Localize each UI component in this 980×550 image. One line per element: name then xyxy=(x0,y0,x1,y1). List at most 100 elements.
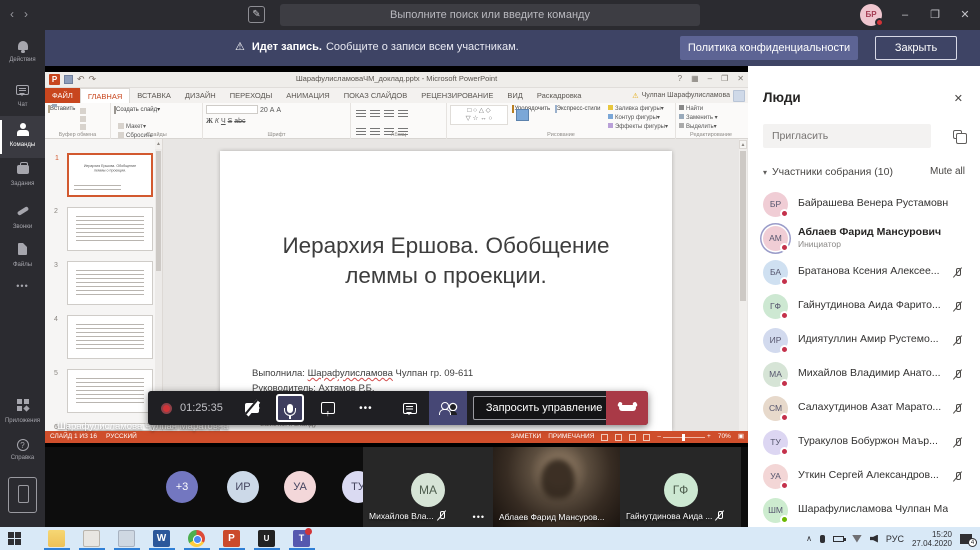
privacy-policy-button[interactable]: Политика конфиденциальности xyxy=(680,36,858,60)
indent-icon[interactable] xyxy=(384,110,394,118)
shape-outline-button[interactable]: Контур фигуры▾ xyxy=(608,115,660,121)
zoom-in-icon[interactable]: + xyxy=(707,431,711,443)
window-minimize-button[interactable]: – xyxy=(890,0,920,30)
participant-avatar[interactable]: УА xyxy=(284,471,316,503)
tab-slideshow[interactable]: ПОКАЗ СЛАЙДОВ xyxy=(337,88,415,103)
video-tile[interactable]: ГФ Гайнутдинова Аида ... xyxy=(620,447,741,527)
mute-all-button[interactable]: Mute all xyxy=(930,166,965,177)
compose-icon[interactable]: ✎ xyxy=(248,6,265,23)
photos-icon[interactable] xyxy=(118,530,135,547)
window-restore-button[interactable]: ❐ xyxy=(920,0,950,30)
scroll-up-icon[interactable]: ▲ xyxy=(155,139,162,149)
numbering-icon[interactable] xyxy=(370,110,380,118)
line-spacing-icon[interactable] xyxy=(398,110,408,118)
thumbnails-scrollbar[interactable]: ▲ xyxy=(155,139,162,431)
ppt-titlebar[interactable]: P ↶ ↷ ШарафулисламоваЧМ_доклад.pptx - Mi… xyxy=(45,72,748,88)
quick-styles-button[interactable]: Экспресс-стили xyxy=(555,105,601,112)
scroll-thumb[interactable] xyxy=(740,151,746,301)
notifications-icon[interactable]: 4 xyxy=(960,534,972,544)
clock[interactable]: 15:2027.04.2020 xyxy=(912,530,952,548)
search-input[interactable]: Выполните поиск или введите команду xyxy=(280,4,700,26)
participants-section-header[interactable]: ▾Участники собрания (10) xyxy=(763,166,893,178)
participant-row[interactable]: СМ Салахутдинов Азат Марато... xyxy=(748,392,980,426)
share-button[interactable]: ↑ xyxy=(309,391,347,425)
language-indicator[interactable]: РУС xyxy=(886,534,904,544)
back-icon[interactable]: ‹ xyxy=(10,7,24,21)
fit-slide-icon[interactable]: ▣ xyxy=(738,431,744,443)
mobile-device-button[interactable] xyxy=(8,477,37,513)
clipboard-mini-buttons[interactable] xyxy=(80,108,88,132)
ppt-account-area[interactable]: ⚠ Чулпан Шарафулисламова xyxy=(632,88,745,103)
slide-thumbnail-3[interactable]: 3 xyxy=(67,261,153,305)
clear-format-button[interactable]: abc xyxy=(234,118,245,125)
participant-row[interactable]: ШМ Шарафулисламова Чулпан Мар... xyxy=(748,494,980,528)
mic-muted-icon[interactable] xyxy=(953,301,963,313)
video-tile[interactable]: МА Михайлов Вла... ••• xyxy=(363,447,493,527)
slide-thumbnail-5[interactable]: 5 xyxy=(67,369,153,413)
video-tile-active-speaker[interactable]: Аблаев Фарид Мансуров... xyxy=(493,447,620,527)
mic-muted-icon[interactable] xyxy=(953,369,963,381)
zoom-out-icon[interactable]: – xyxy=(657,431,661,443)
camera-toggle-button[interactable] xyxy=(233,391,271,425)
volume-icon[interactable] xyxy=(870,535,878,543)
participants-button[interactable] xyxy=(429,391,467,425)
format-painter-icon[interactable] xyxy=(80,124,86,130)
tray-expand-icon[interactable]: ∧ xyxy=(806,534,812,543)
cut-icon[interactable] xyxy=(80,108,86,114)
mic-toggle-button[interactable] xyxy=(276,394,304,422)
zoom-level[interactable]: 70% xyxy=(718,431,731,443)
tray-mic-icon[interactable] xyxy=(820,535,825,543)
copy-link-icon[interactable] xyxy=(953,130,962,139)
banner-close-button[interactable]: Закрыть xyxy=(875,36,957,60)
paste-button[interactable]: Вставить xyxy=(48,105,75,112)
start-button[interactable] xyxy=(8,532,21,545)
panel-close-icon[interactable]: ✕ xyxy=(954,92,963,105)
participant-avatar[interactable]: ИР xyxy=(227,471,259,503)
ppt-minimize-icon[interactable]: – xyxy=(708,74,712,83)
mic-muted-icon[interactable] xyxy=(953,437,963,449)
tab-animations[interactable]: АНИМАЦИЯ xyxy=(279,88,336,103)
participant-row[interactable]: ИР Идиятуллин Амир Рустемо... xyxy=(748,324,980,358)
zoom-slider[interactable] xyxy=(663,437,705,438)
tab-insert[interactable]: ВСТАВКА xyxy=(130,88,178,103)
window-close-button[interactable]: ✕ xyxy=(950,0,980,30)
sidebar-item-apps[interactable]: Приложения xyxy=(0,392,45,434)
sidebar-item-calls[interactable]: Звонки xyxy=(0,198,45,240)
mic-muted-icon[interactable] xyxy=(953,335,963,347)
battery-icon[interactable] xyxy=(833,536,844,542)
sorter-view-icon[interactable] xyxy=(615,434,622,441)
chat-button[interactable] xyxy=(391,391,429,425)
slide-thumbnail-1[interactable]: 1Иерархия Ершова. Обобщение леммы о прое… xyxy=(67,153,153,197)
copy-icon[interactable] xyxy=(80,116,86,122)
participant-row[interactable]: ТУ Туракулов Бобуржон Маър... xyxy=(748,426,980,460)
normal-view-icon[interactable] xyxy=(601,434,608,441)
teams-taskbar-icon[interactable]: T xyxy=(293,530,310,547)
select-button[interactable]: Выделить▾ xyxy=(679,124,717,130)
font-name-select[interactable] xyxy=(206,105,258,114)
sidebar-more-button[interactable]: ••• xyxy=(0,276,45,318)
chrome-icon[interactable] xyxy=(188,530,205,547)
arrange-button[interactable]: Упорядочить xyxy=(512,105,550,112)
request-control-button[interactable]: Запросить управление xyxy=(473,396,616,420)
overflow-participants-avatar[interactable]: +3 xyxy=(166,471,198,503)
tab-transitions[interactable]: ПЕРЕХОДЫ xyxy=(223,88,280,103)
sidebar-item-chat[interactable]: Чат xyxy=(0,78,45,120)
new-slide-button[interactable]: Создать слайд▾ xyxy=(114,105,160,113)
scroll-up-icon[interactable]: ▲ xyxy=(739,140,747,149)
invite-input[interactable]: Пригласить xyxy=(763,124,931,148)
bullets-icon[interactable] xyxy=(356,110,366,118)
shapes-gallery[interactable]: □ ○ △ ◇▽ ☆ ↔ ○ xyxy=(450,105,508,125)
shape-effects-button[interactable]: Эффекты фигуры▾ xyxy=(608,124,668,130)
more-options-button[interactable]: ••• xyxy=(347,391,385,425)
tab-storyboard[interactable]: Раскадровка xyxy=(530,88,589,103)
participant-row[interactable]: БР Байрашева Венера Рустамовна xyxy=(748,188,980,222)
participant-row[interactable]: МА Михайлов Владимир Анато... xyxy=(748,358,980,392)
forward-icon[interactable]: › xyxy=(24,7,38,21)
underline-button[interactable]: Ч xyxy=(221,118,226,125)
wifi-icon[interactable] xyxy=(852,535,862,543)
scroll-thumb[interactable] xyxy=(156,151,161,271)
sidebar-item-files[interactable]: Файлы xyxy=(0,236,45,278)
sidebar-item-help[interactable]: ?Справка xyxy=(0,432,45,474)
ppt-close-icon[interactable]: ✕ xyxy=(737,74,744,83)
tab-review[interactable]: РЕЦЕНЗИРОВАНИЕ xyxy=(414,88,500,103)
